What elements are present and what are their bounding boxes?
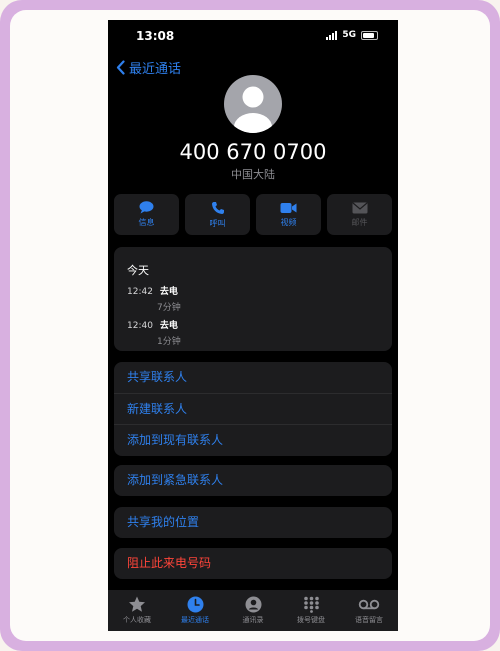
avatar [224, 75, 282, 133]
chevron-left-icon [116, 60, 125, 75]
mail-label: 邮件 [351, 217, 368, 227]
call-label: 呼叫 [209, 218, 226, 228]
tab-label: 个人收藏 [123, 616, 151, 624]
status-time: 13:08 [136, 29, 175, 43]
call-duration: 1分钟 [157, 337, 181, 347]
call-type: 去电 [159, 321, 178, 331]
tab-label: 语音留言 [355, 616, 383, 624]
tab-contacts[interactable]: 通讯录 [224, 596, 282, 625]
contact-icon [245, 596, 261, 613]
video-label: 视频 [280, 217, 297, 227]
contact-region: 中国大陆 [231, 168, 275, 181]
share-contact-option[interactable]: 共享联系人 [114, 362, 392, 393]
block-caller-option[interactable]: 阻止此来电号码 [114, 548, 392, 579]
mail-icon [352, 202, 367, 213]
call-time: 12:40 [127, 321, 153, 331]
location-card: 共享我的位置 [114, 507, 392, 538]
keypad-icon [303, 596, 319, 613]
tab-bar: 个人收藏 最近通话 通讯录 拨号键盘 语音留言 [108, 590, 398, 631]
person-icon [234, 86, 272, 133]
back-button[interactable]: 最近通话 [116, 58, 181, 77]
video-icon [280, 202, 297, 213]
tab-voicemail[interactable]: 语音留言 [340, 596, 398, 625]
block-card: 阻止此来电号码 [114, 548, 392, 579]
call-button[interactable]: 呼叫 [185, 194, 250, 235]
new-contact-option[interactable]: 新建联系人 [114, 392, 392, 425]
tab-label: 通讯录 [242, 616, 264, 624]
contact-options-card: 共享联系人 新建联系人 添加到现有联系人 [114, 362, 392, 456]
call-duration: 7分钟 [157, 303, 181, 313]
tab-favorites[interactable]: 个人收藏 [108, 596, 166, 625]
phone-icon [211, 201, 224, 214]
message-icon [139, 201, 154, 214]
add-to-existing-contact-option[interactable]: 添加到现有联系人 [114, 424, 392, 456]
status-bar: 13:08 5G [108, 20, 398, 52]
call-record: 12:42 去电 7分钟 [127, 284, 181, 313]
call-record: 12:40 去电 1分钟 [127, 318, 181, 347]
back-label: 最近通话 [129, 62, 182, 77]
network-label: 5G [342, 30, 356, 40]
clock-icon [187, 596, 203, 613]
phone-screen: 13:08 5G 最近通话 400 670 0700 中国大陆 信息 呼叫 视频… [108, 20, 398, 631]
call-history-card: 今天 12:42 去电 7分钟 12:40 去电 1分钟 [114, 247, 392, 351]
battery-icon [361, 30, 378, 40]
message-button[interactable]: 信息 [114, 194, 179, 235]
tab-keypad[interactable]: 拨号键盘 [282, 596, 340, 625]
message-label: 信息 [138, 218, 155, 227]
add-emergency-contact-option[interactable]: 添加到紧急联系人 [114, 465, 392, 496]
history-day: 今天 [127, 264, 149, 277]
call-time: 12:42 [127, 287, 153, 297]
contact-number: 400 670 0700 [179, 140, 327, 164]
video-button[interactable]: 视频 [256, 194, 321, 235]
voicemail-icon [358, 599, 380, 610]
signal-icon [326, 30, 338, 40]
tab-label: 拨号键盘 [297, 616, 325, 624]
star-icon [129, 596, 145, 612]
emergency-card: 添加到紧急联系人 [114, 465, 392, 496]
call-type: 去电 [159, 287, 178, 297]
tab-label: 最近通话 [181, 616, 209, 624]
tab-recents[interactable]: 最近通话 [166, 596, 224, 625]
action-buttons: 信息 呼叫 视频 邮件 [114, 194, 392, 235]
mail-button[interactable]: 邮件 [327, 194, 392, 235]
share-location-option[interactable]: 共享我的位置 [114, 507, 392, 538]
